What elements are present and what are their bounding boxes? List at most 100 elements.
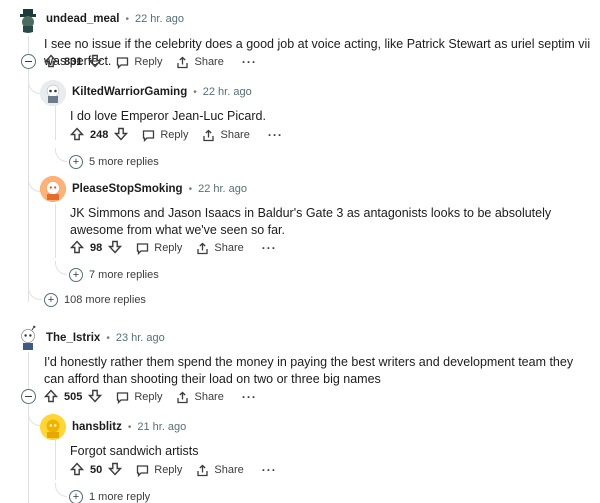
comment-actions: 831 Reply Share ··· <box>43 52 257 72</box>
vote-group: 831 <box>43 53 103 71</box>
plus-icon: + <box>44 293 58 307</box>
vote-score: 831 <box>64 56 83 68</box>
thread-line <box>55 106 56 140</box>
timestamp[interactable]: 22 hr. ago <box>198 183 247 195</box>
reply-label: Reply <box>160 129 189 141</box>
more-replies-link[interactable]: + 1 more reply <box>69 490 150 503</box>
more-options-button[interactable]: ··· <box>262 463 277 477</box>
timestamp[interactable]: 22 hr. ago <box>203 86 252 98</box>
share-button[interactable]: Share <box>202 129 250 142</box>
timestamp[interactable]: 22 hr. ago <box>135 13 184 25</box>
collapse-button[interactable] <box>21 54 36 69</box>
share-button[interactable]: Share <box>176 56 224 69</box>
share-icon <box>197 242 209 254</box>
plus-icon: + <box>69 155 83 169</box>
vote-score: 248 <box>90 129 109 141</box>
reply-icon <box>143 129 155 142</box>
reply-button[interactable]: Reply <box>136 464 182 477</box>
vote-score: 50 <box>90 464 103 476</box>
upvote-icon[interactable] <box>69 126 85 144</box>
more-replies-link[interactable]: + 108 more replies <box>44 293 146 307</box>
thread-elbow <box>55 261 67 275</box>
avatar[interactable] <box>40 414 66 440</box>
more-replies-label: 108 more replies <box>64 294 146 306</box>
separator: • <box>106 332 110 344</box>
thread-line <box>55 440 56 480</box>
timestamp[interactable]: 21 hr. ago <box>137 421 186 433</box>
vote-group: 50 <box>69 461 123 479</box>
comment-actions: 50 Reply Share ··· <box>69 460 277 480</box>
upvote-icon[interactable] <box>43 388 59 406</box>
avatar[interactable] <box>14 5 42 33</box>
comment-meta: hansblitz • 21 hr. ago <box>72 421 186 433</box>
upvote-icon[interactable] <box>43 53 59 71</box>
downvote-icon[interactable] <box>108 462 123 479</box>
reply-icon <box>117 56 129 69</box>
more-replies-link[interactable]: + 5 more replies <box>69 155 159 169</box>
comment-meta: KiltedWarriorGaming • 22 hr. ago <box>72 86 252 98</box>
comment-actions: 248 Reply Share ··· <box>69 125 283 145</box>
reply-button[interactable]: Reply <box>136 242 182 255</box>
share-button[interactable]: Share <box>176 391 224 404</box>
separator: • <box>125 13 130 25</box>
reply-icon <box>137 242 149 255</box>
collapse-button[interactable] <box>21 389 36 404</box>
thread-line <box>28 36 29 302</box>
share-label: Share <box>214 464 244 476</box>
reply-label: Reply <box>154 464 183 476</box>
avatar[interactable] <box>14 324 42 352</box>
separator: • <box>188 183 193 195</box>
comment-meta: The_Istrix • 23 hr. ago <box>46 332 165 344</box>
vote-score: 98 <box>90 242 103 254</box>
reply-icon <box>117 391 129 404</box>
comment-body: JK Simmons and Jason Isaacs in Baldur's … <box>70 206 552 237</box>
comment-body: I do love Emperor Jean-Luc Picard. <box>70 109 266 123</box>
more-options-button[interactable]: ··· <box>242 55 257 69</box>
more-replies-label: 1 more reply <box>89 491 151 503</box>
more-replies-link[interactable]: + 7 more replies <box>69 268 159 282</box>
thread-elbow <box>55 148 67 162</box>
author-name[interactable]: PleaseStopSmoking <box>72 183 183 195</box>
vote-group: 98 <box>69 239 123 257</box>
reply-button[interactable]: Reply <box>142 129 188 142</box>
more-options-button[interactable]: ··· <box>242 390 257 404</box>
reply-label: Reply <box>154 242 183 254</box>
reply-label: Reply <box>134 391 163 403</box>
share-label: Share <box>194 391 224 403</box>
thread-elbow <box>28 286 42 300</box>
share-button[interactable]: Share <box>196 242 244 255</box>
thread-elbow <box>55 483 67 497</box>
plus-icon: + <box>69 268 83 282</box>
more-options-button[interactable]: ··· <box>262 241 277 255</box>
vote-score: 505 <box>64 391 83 403</box>
share-icon <box>203 129 215 141</box>
reply-label: Reply <box>134 56 163 68</box>
avatar[interactable] <box>40 176 66 202</box>
comment-actions: 505 Reply Share ··· <box>43 387 257 407</box>
upvote-icon[interactable] <box>69 239 85 257</box>
more-options-button[interactable]: ··· <box>268 128 283 142</box>
share-label: Share <box>214 242 244 254</box>
share-icon <box>177 391 189 403</box>
reply-button[interactable]: Reply <box>116 56 162 69</box>
downvote-icon[interactable] <box>88 54 103 71</box>
author-name[interactable]: undead_meal <box>46 13 120 25</box>
share-label: Share <box>220 129 250 141</box>
reply-button[interactable]: Reply <box>116 391 162 404</box>
share-icon <box>177 56 189 68</box>
thread-line <box>28 350 29 503</box>
plus-icon: + <box>69 490 83 503</box>
share-icon <box>197 464 209 476</box>
avatar[interactable] <box>40 80 66 106</box>
author-name[interactable]: hansblitz <box>72 421 122 433</box>
timestamp[interactable]: 23 hr. ago <box>116 332 165 344</box>
author-name[interactable]: KiltedWarriorGaming <box>72 86 187 98</box>
thread-line <box>55 204 56 258</box>
author-name[interactable]: The_Istrix <box>46 332 100 344</box>
downvote-icon[interactable] <box>108 240 123 257</box>
share-button[interactable]: Share <box>196 464 244 477</box>
downvote-icon[interactable] <box>114 127 129 144</box>
downvote-icon[interactable] <box>88 389 103 406</box>
comment-actions: 98 Reply Share ··· <box>69 238 277 258</box>
upvote-icon[interactable] <box>69 461 85 479</box>
